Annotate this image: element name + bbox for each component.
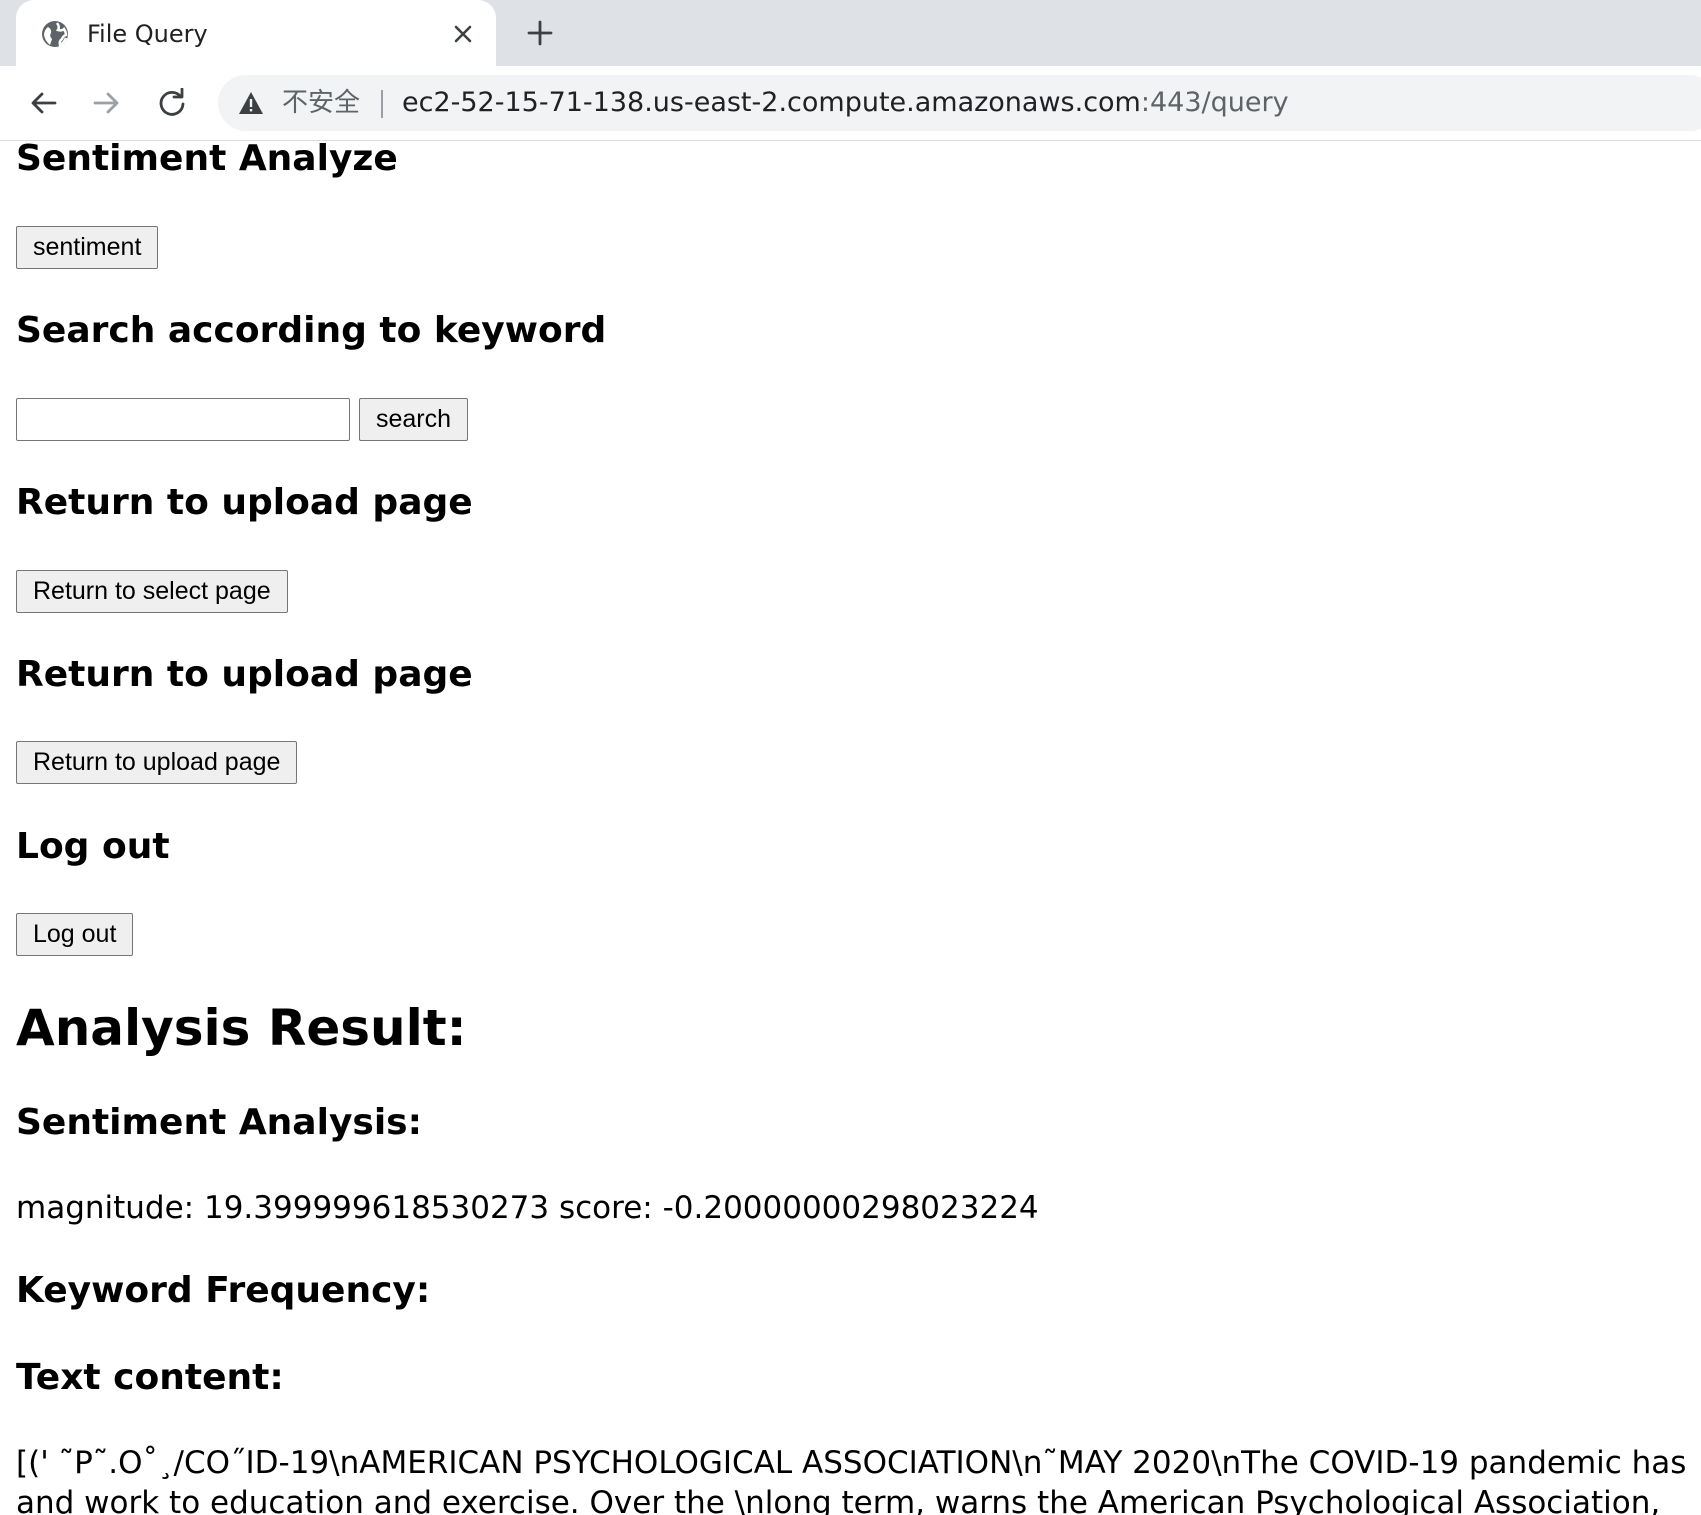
search-heading: Search according to keyword: [16, 310, 607, 351]
address-bar[interactable]: 不安全 ec2-52-15-71-138.us-east-2.compute.a…: [218, 75, 1701, 131]
page-content: Sentiment Analyze sentiment Search accor…: [0, 141, 1701, 1515]
forward-arrow-icon[interactable]: [88, 84, 126, 122]
sentiment-analysis-heading: Sentiment Analysis:: [16, 1102, 423, 1143]
logout-heading: Log out: [16, 826, 170, 867]
globe-icon: [40, 19, 70, 49]
security-label[interactable]: 不安全: [282, 87, 360, 119]
reload-icon[interactable]: [153, 84, 191, 122]
text-content-body: [(' ˜P˜.O˚¸/CO˝ID-19\nAMERICAN PSYCHOLOG…: [16, 1445, 1687, 1515]
tab-strip: File Query: [0, 0, 1701, 66]
sentiment-heading: Sentiment Analyze: [16, 141, 398, 179]
warning-triangle-icon[interactable]: [238, 91, 264, 115]
url-host: ec2-52-15-71-138.us-east-2.compute.amazo…: [402, 87, 1141, 118]
close-icon[interactable]: [448, 19, 478, 49]
url-path: :443/query: [1140, 87, 1289, 118]
tab-title: File Query: [87, 20, 208, 48]
browser-tab[interactable]: File Query: [16, 0, 496, 66]
text-content-heading: Text content:: [16, 1357, 284, 1398]
logout-button[interactable]: Log out: [16, 913, 134, 956]
return-to-select-button[interactable]: Return to select page: [16, 570, 288, 613]
address-divider: [381, 90, 383, 118]
analysis-result-title: Analysis Result:: [16, 999, 467, 1057]
return-upload-heading: Return to upload page: [16, 654, 473, 695]
sentiment-button[interactable]: sentiment: [16, 226, 159, 269]
return-to-upload-button[interactable]: Return to upload page: [16, 741, 298, 784]
plus-icon[interactable]: [524, 17, 556, 49]
browser-toolbar: 不安全 ec2-52-15-71-138.us-east-2.compute.a…: [0, 66, 1701, 141]
sentiment-analysis-value: magnitude: 19.399999618530273 score: -0.…: [16, 1190, 1039, 1226]
keyword-search-input[interactable]: [16, 398, 350, 441]
keyword-frequency-heading: Keyword Frequency:: [16, 1270, 431, 1311]
back-arrow-icon[interactable]: [24, 84, 62, 122]
search-button[interactable]: search: [359, 398, 469, 441]
return-select-heading: Return to upload page: [16, 482, 473, 523]
url-text[interactable]: ec2-52-15-71-138.us-east-2.compute.amazo…: [402, 86, 1289, 120]
